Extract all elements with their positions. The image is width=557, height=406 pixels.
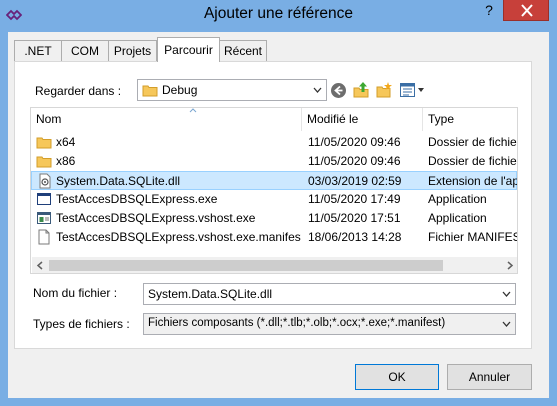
item-name: System.Data.SQLite.dll [56, 174, 181, 188]
list-item-x86[interactable]: x86 11/05/2020 09:46 Dossier de fichiers [31, 152, 517, 171]
tab-parcourir[interactable]: Parcourir [157, 37, 220, 62]
item-modified: 11/05/2020 17:51 [308, 211, 401, 225]
window-border-bottom [0, 398, 557, 406]
scroll-right-icon[interactable] [506, 261, 514, 270]
up-folder-icon[interactable] [352, 80, 370, 99]
item-name: x86 [56, 154, 76, 168]
item-type: Extension de l'application [428, 174, 517, 188]
exe-window-icon [37, 193, 51, 205]
column-header-type[interactable]: Type [423, 108, 517, 131]
tab-com[interactable]: COM [61, 40, 109, 62]
new-folder-icon[interactable] [375, 81, 393, 99]
item-name: TestAccesDBSQLExpress.vshost.exe [56, 211, 256, 225]
title-bar[interactable]: Ajouter une référence ? [0, 0, 557, 32]
file-name-value: System.Data.SQLite.dll [148, 287, 273, 301]
back-icon[interactable] [330, 82, 347, 99]
cancel-button[interactable]: Annuler [447, 364, 532, 390]
item-modified: 18/06/2013 14:28 [308, 230, 402, 244]
folder-icon [36, 156, 52, 168]
look-in-value: Debug [162, 83, 198, 97]
chevron-down-icon [313, 87, 322, 93]
look-in-dropdown[interactable]: Debug [137, 79, 327, 101]
help-button[interactable]: ? [476, 0, 502, 22]
add-reference-dialog: Ajouter une référence ? .NET COM Projets… [0, 0, 557, 406]
item-type: Application [428, 211, 487, 225]
view-menu-button[interactable] [399, 81, 426, 99]
item-name: x64 [56, 135, 76, 149]
folder-icon [36, 137, 52, 149]
file-name-label: Nom du fichier : [33, 286, 118, 300]
scrollbar-thumb[interactable] [49, 260, 443, 271]
view-menu-icon [400, 83, 424, 97]
folder-icon [142, 85, 158, 97]
window-title: Ajouter une référence [203, 5, 354, 22]
list-item-exe[interactable]: TestAccesDBSQLExpress.exe 11/05/2020 17:… [31, 190, 517, 209]
window-border-right [549, 32, 557, 406]
file-types-label: Types de fichiers : [33, 317, 130, 331]
item-modified: 03/03/2019 02:59 [308, 174, 402, 188]
scroll-left-icon[interactable] [36, 261, 44, 270]
column-header-name[interactable]: Nom [31, 108, 302, 131]
file-list[interactable]: Nom Modifié le Type x64 11/05/2020 09:46… [30, 107, 518, 274]
tab-recent[interactable]: Récent [219, 40, 267, 62]
ok-button[interactable]: OK [355, 364, 439, 390]
chevron-down-icon [502, 291, 511, 297]
list-item-manifest[interactable]: TestAccesDBSQLExpress.vshost.exe.manifes… [31, 228, 517, 247]
item-type: Dossier de fichiers [428, 135, 517, 149]
close-button[interactable] [503, 0, 549, 21]
item-type: Application [428, 192, 487, 206]
column-header-modified[interactable]: Modifié le [302, 108, 423, 131]
close-icon [521, 4, 533, 17]
exe-app-icon [37, 212, 51, 224]
file-types-dropdown[interactable]: Fichiers composants (*.dll;*.tlb;*.olb;*… [143, 313, 516, 335]
file-types-value: Fichiers composants (*.dll;*.tlb;*.olb;*… [148, 317, 446, 329]
file-name-field[interactable]: System.Data.SQLite.dll [143, 283, 516, 305]
dll-file-icon [39, 173, 51, 189]
item-type: Dossier de fichiers [428, 154, 517, 168]
item-type: Fichier MANIFEST [428, 230, 517, 244]
list-item-vshost-exe[interactable]: TestAccesDBSQLExpress.vshost.exe 11/05/2… [31, 209, 517, 228]
tab-projets[interactable]: Projets [108, 40, 157, 62]
horizontal-scrollbar[interactable] [32, 257, 517, 273]
look-in-label: Regarder dans : [35, 84, 122, 98]
tab-net[interactable]: .NET [14, 40, 62, 62]
chevron-down-icon [502, 321, 511, 327]
item-modified: 11/05/2020 17:49 [308, 192, 401, 206]
item-name: TestAccesDBSQLExpress.vshost.exe.manifes… [56, 230, 301, 244]
list-item-x64[interactable]: x64 11/05/2020 09:46 Dossier de fichiers [31, 133, 517, 152]
list-item-sqlite-dll[interactable]: System.Data.SQLite.dll 03/03/2019 02:59 … [31, 171, 517, 190]
item-name: TestAccesDBSQLExpress.exe [56, 192, 218, 206]
window-border-left [0, 32, 8, 406]
item-modified: 11/05/2020 09:46 [308, 154, 401, 168]
blank-file-icon [38, 229, 50, 245]
item-modified: 11/05/2020 09:46 [308, 135, 401, 149]
